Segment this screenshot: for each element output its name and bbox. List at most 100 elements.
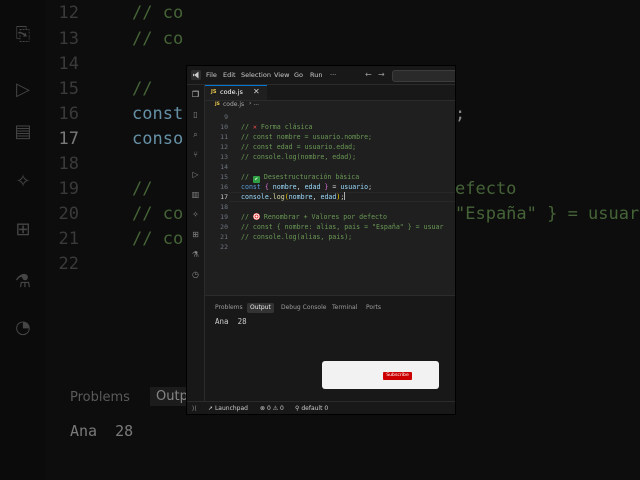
breadcrumb-separator: › <box>249 100 252 107</box>
extensions-wand-icon[interactable]: ✧ <box>190 209 201 220</box>
title-bar: File Edit Selection View Go Run ··· ← → <box>187 66 455 85</box>
code-line-11: // const nombre = usuario.nombre; <box>241 133 373 141</box>
problems-status[interactable]: ⊗ 0 ⚠ 0 <box>260 404 284 413</box>
error-icon: ⊗ <box>260 405 266 412</box>
activity-bar: ❐ ▯ ⌕ ⑂ ▷ ▥ ✧ ⊞ ⚗ ◷ <box>187 85 205 414</box>
ports-status[interactable]: ⚲ default 0 <box>295 404 328 413</box>
code-line-17: console.log(nombre, edad); <box>241 192 346 202</box>
javascript-file-icon: JS <box>215 102 220 107</box>
bookmark-icon[interactable]: ▯ <box>190 109 201 120</box>
text-cursor <box>344 192 346 200</box>
line-number: 19 <box>220 213 228 221</box>
launchpad-label: Launchpad <box>214 405 248 412</box>
brace: } <box>320 183 333 191</box>
keyword: const <box>241 183 261 191</box>
breadcrumb-file[interactable]: code.js <box>223 101 244 108</box>
code-line-16: const { nombre, edad } = usuario; <box>241 182 372 192</box>
line-number: 16 <box>220 183 228 191</box>
status-bar: ⟩⟨ ➚ Launchpad ⊗ 0 ⚠ 0 ⚲ default 0 <box>187 401 455 414</box>
tab-debug-console[interactable]: Debug Console <box>281 303 326 313</box>
menu-more[interactable]: ··· <box>330 69 336 81</box>
close-icon[interactable]: ✕ <box>253 87 260 96</box>
launchpad-item[interactable]: ➚ Launchpad <box>208 404 248 413</box>
line-number-current: 17 <box>220 193 228 201</box>
punctuation: ; <box>368 183 373 191</box>
comment-text: Renombrar + Valores por defecto <box>259 213 387 221</box>
breadcrumb-symbols[interactable]: › ... <box>249 100 259 107</box>
line-number: 15 <box>220 173 228 181</box>
subscribe-card: Subscribe <box>322 361 439 389</box>
testing-icon[interactable]: ⚗ <box>190 249 201 260</box>
comment-text: Forma clásica <box>256 123 313 131</box>
timeline-icon[interactable]: ◷ <box>190 269 201 280</box>
function: log <box>272 193 285 201</box>
extensions-icon[interactable]: ⊞ <box>190 229 201 240</box>
code-line-20: // const { nombre: alias, pais = "España… <box>241 223 444 231</box>
warning-count: 0 <box>280 405 284 412</box>
menu-file[interactable]: File <box>206 69 217 81</box>
line-number: 14 <box>220 163 228 171</box>
menu-selection[interactable]: Selection <box>241 69 271 81</box>
error-count: 0 <box>266 405 271 412</box>
line-number: 11 <box>220 133 228 141</box>
variable: edad <box>320 193 337 201</box>
line-number: 9 <box>224 113 228 121</box>
search-icon[interactable]: ⌕ <box>190 129 201 140</box>
tab-code-js[interactable]: JS code.js ✕ <box>205 85 267 100</box>
variable: edad <box>304 183 321 191</box>
editor-area: JS code.js ✕ JS code.js › ... 9 10 11 12… <box>205 85 455 294</box>
vscode-logo-icon <box>191 70 201 80</box>
menu-go[interactable]: Go <box>294 69 303 81</box>
breadcrumb: JS code.js › ... <box>205 100 455 111</box>
comment-prefix: // <box>241 213 253 221</box>
ports-icon: ⚲ <box>295 405 300 412</box>
output-text: Ana 28 <box>215 317 247 326</box>
code-line-13: // console.log(nombre, edad); <box>241 153 357 161</box>
line-number: 13 <box>220 153 228 161</box>
menu-view[interactable]: View <box>274 69 289 81</box>
comment-prefix: // <box>241 123 253 131</box>
object: console <box>241 193 269 201</box>
line-number: 10 <box>220 123 228 131</box>
brace: { <box>260 183 273 191</box>
tab-terminal[interactable]: Terminal <box>332 303 357 313</box>
line-number: 12 <box>220 143 228 151</box>
command-center-search[interactable] <box>392 70 455 82</box>
javascript-file-icon: JS <box>211 89 217 95</box>
explorer-icon[interactable]: ❐ <box>190 89 201 100</box>
rocket-icon: ➚ <box>208 405 214 412</box>
menu-edit[interactable]: Edit <box>223 69 236 81</box>
line-number: 20 <box>220 223 228 231</box>
punctuation: , <box>296 183 305 191</box>
line-number: 18 <box>220 203 228 211</box>
subscribe-button[interactable]: Subscribe <box>383 372 412 380</box>
editor-tabs: JS code.js ✕ <box>205 85 455 101</box>
dart-target-icon <box>252 213 260 220</box>
code-line-12: // const edad = usuario.edad; <box>241 143 357 151</box>
code-line-19: // Renombrar + Valores por defecto <box>241 212 387 222</box>
comment-prefix: // <box>241 173 253 181</box>
menu-run[interactable]: Run <box>310 69 322 81</box>
warning-icon: ⚠ <box>272 405 279 412</box>
variable: nombre <box>288 193 313 201</box>
remote-icon[interactable]: ⟩⟨ <box>192 404 197 413</box>
source-control-icon[interactable]: ⑂ <box>190 149 201 160</box>
back-arrow-icon[interactable]: ← <box>365 69 372 81</box>
tab-problems[interactable]: Problems <box>215 303 243 313</box>
run-debug-icon[interactable]: ▷ <box>190 169 201 180</box>
code-editor[interactable]: 9 10 11 12 13 14 15 16 17 18 19 20 21 22… <box>205 112 455 294</box>
code-line-21: // console.log(alias, pais); <box>241 233 353 241</box>
line-number: 22 <box>220 243 228 251</box>
variable: usuario <box>340 183 369 191</box>
tab-label: code.js <box>220 88 243 96</box>
comment-text: Desestructuración básica <box>259 173 360 181</box>
code-line-10: // ✕ Forma clásica <box>241 122 312 132</box>
variable: nombre <box>272 183 297 191</box>
book-icon[interactable]: ▥ <box>190 189 201 200</box>
forward-arrow-icon[interactable]: → <box>378 69 385 81</box>
ports-label: default 0 <box>301 405 329 412</box>
tab-output[interactable]: Output <box>247 303 274 313</box>
breadcrumb-more: ... <box>253 100 260 107</box>
line-number: 21 <box>220 233 228 241</box>
tab-ports[interactable]: Ports <box>366 303 381 313</box>
